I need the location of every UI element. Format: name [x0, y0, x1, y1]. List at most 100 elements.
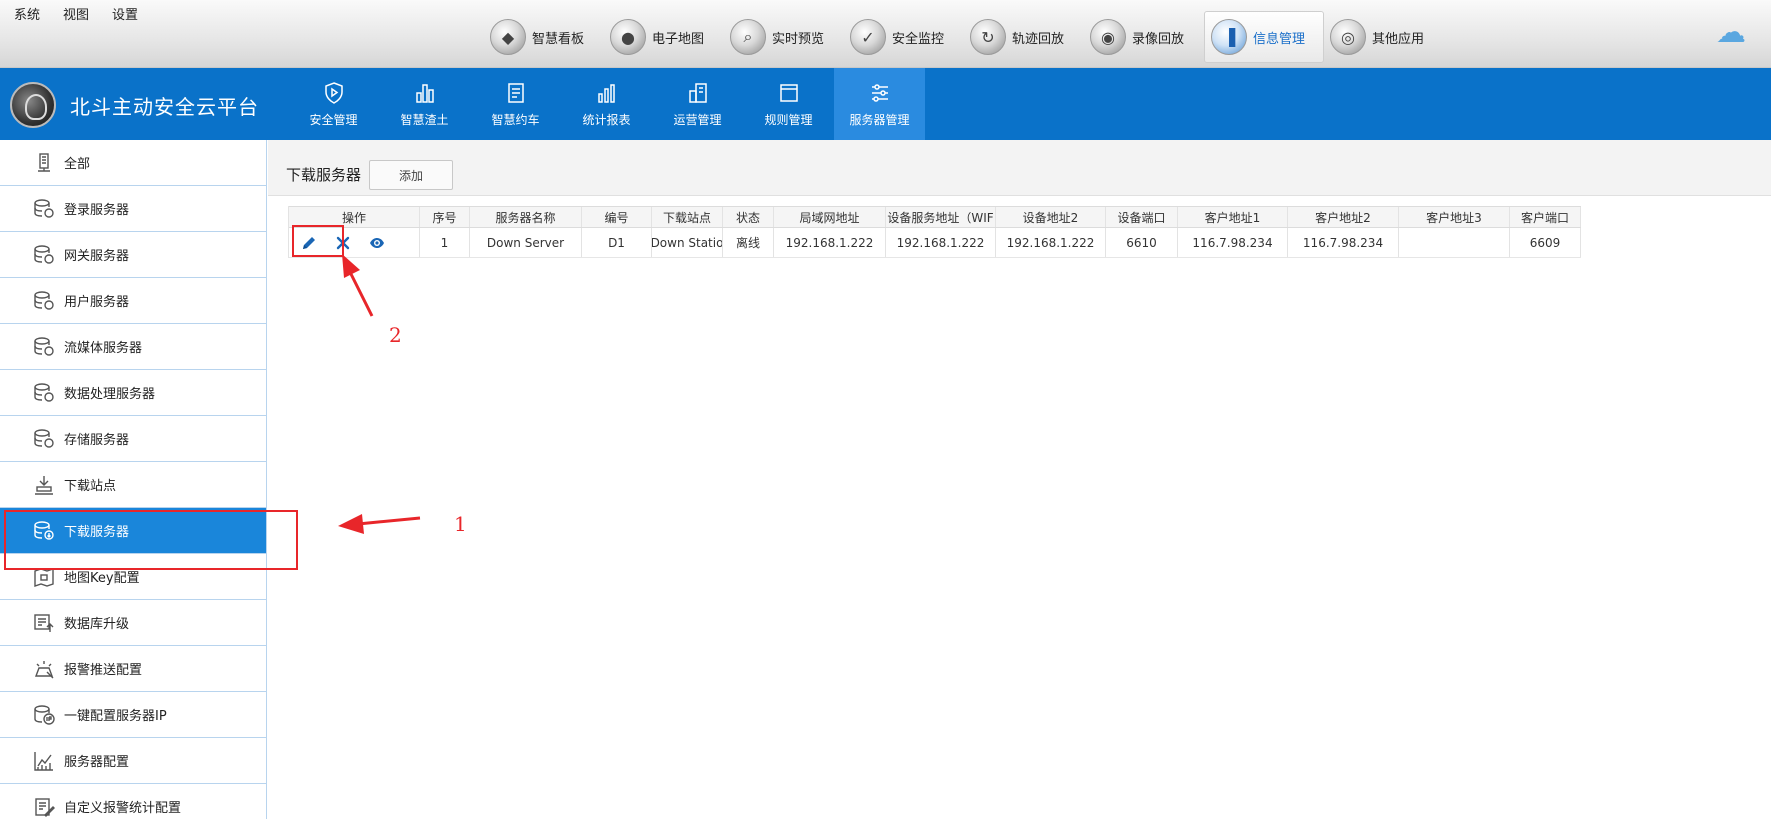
database-process-icon: [32, 381, 56, 405]
column-header[interactable]: 客户端口: [1510, 207, 1581, 227]
module-label: 安全监控: [892, 31, 945, 47]
nav-rule-management[interactable]: 规则管理: [743, 68, 834, 140]
table-cell-lan-address: 192.168.1.222: [774, 228, 886, 257]
magnifier-icon: ⌕: [730, 19, 766, 55]
table-cell-code[interactable]: D1: [582, 228, 652, 257]
database-login-icon: [32, 197, 56, 221]
module-track-playback[interactable]: ↻ 轨迹回放: [964, 11, 1084, 63]
nav-label: 服务器管理: [849, 112, 910, 127]
sidebar-item-user-server[interactable]: 用户服务器: [0, 278, 266, 324]
database-gateway-icon: [32, 243, 56, 267]
module-live-preview[interactable]: ⌕ 实时预览: [724, 11, 844, 63]
module-label: 电子地图: [652, 31, 705, 47]
module-map[interactable]: ● 电子地图: [604, 11, 724, 63]
sidebar-item-data-processing-server[interactable]: 数据处理服务器: [0, 370, 266, 416]
app-header: 北斗主动安全云平台 安全管理 智慧渣土 智慧约车 统计报表 运营管理 规则管理 …: [0, 68, 1771, 140]
table-cell-client-port: 6609: [1510, 228, 1581, 257]
database-upgrade-icon: [32, 611, 56, 635]
menu-settings[interactable]: 设置: [112, 4, 138, 23]
module-video-playback[interactable]: ◉ 录像回放: [1084, 11, 1204, 63]
sidebar-item-label: 一键配置服务器IP: [64, 709, 167, 724]
column-header[interactable]: 局域网地址: [774, 207, 886, 227]
main-nav: 安全管理 智慧渣土 智慧约车 统计报表 运营管理 规则管理 服务器管理: [288, 68, 925, 140]
sidebar-item-alarm-push-config[interactable]: 报警推送配置: [0, 646, 266, 692]
shield-play-icon: [324, 81, 343, 104]
module-other-apps[interactable]: ◎ 其他应用: [1324, 11, 1444, 63]
nav-smart-ride[interactable]: 智慧约车: [470, 68, 561, 140]
sidebar-item-label: 报警推送配置: [64, 663, 143, 678]
add-button[interactable]: 添加: [369, 160, 453, 190]
sidebar-item-label: 数据处理服务器: [64, 387, 156, 402]
top-toolbar: 系统 视图 设置 ◆ 智慧看板 ● 电子地图 ⌕ 实时预览 ✓ 安全监控 ↻ 轨…: [0, 0, 1771, 68]
sliders-icon: [871, 83, 888, 102]
table-cell-device-address-2: 192.168.1.222: [996, 228, 1106, 257]
table-cell-client-address-1: 116.7.98.234: [1178, 228, 1288, 257]
column-header[interactable]: 服务器名称: [470, 207, 582, 227]
table-row[interactable]: 1 Down Server D1 Down Statio 离线 192.168.…: [289, 228, 1581, 258]
menu-view[interactable]: 视图: [63, 4, 89, 23]
sidebar-item-label: 登录服务器: [64, 203, 130, 218]
column-header[interactable]: 状态: [723, 207, 774, 227]
nav-label: 规则管理: [764, 112, 813, 127]
nav-smart-muck[interactable]: 智慧渣土: [379, 68, 470, 140]
sidebar-item-database-upgrade[interactable]: 数据库升级: [0, 600, 266, 646]
module-security-monitor[interactable]: ✓ 安全监控: [844, 11, 964, 63]
column-header[interactable]: 设备端口: [1106, 207, 1178, 227]
table-cell-device-port: 6610: [1106, 228, 1178, 257]
column-header[interactable]: 客户地址2: [1288, 207, 1399, 227]
nav-operations[interactable]: 运营管理: [652, 68, 743, 140]
column-header[interactable]: 操作: [289, 207, 420, 227]
download-site-icon: [32, 473, 56, 497]
sidebar-item-storage-server[interactable]: 存储服务器: [0, 416, 266, 462]
table-cell-client-address-2: 116.7.98.234: [1288, 228, 1399, 257]
edit-document-icon: [32, 795, 56, 819]
sidebar: 全部 登录服务器 网关服务器 用户服务器 流媒体服务器 数据处理服务器 存储服务…: [0, 140, 267, 819]
nav-label: 安全管理: [309, 112, 358, 127]
sidebar-item-download-site[interactable]: 下载站点: [0, 462, 266, 508]
nav-label: 运营管理: [673, 112, 722, 127]
annotation-label-2: 2: [389, 323, 402, 347]
nav-statistics-report[interactable]: 统计报表: [561, 68, 652, 140]
cloud-icon: ☁: [1716, 15, 1746, 50]
bar-chart-icon: [415, 83, 434, 103]
sidebar-item-login-server[interactable]: 登录服务器: [0, 186, 266, 232]
sidebar-item-gateway-server[interactable]: 网关服务器: [0, 232, 266, 278]
sidebar-item-one-click-ip-config[interactable]: 一键配置服务器IP: [0, 692, 266, 738]
table-cell-status: 离线: [723, 228, 774, 257]
nav-label: 智慧约车: [491, 112, 540, 127]
nav-label: 智慧渣土: [400, 112, 449, 127]
module-dashboard[interactable]: ◆ 智慧看板: [484, 11, 604, 63]
column-header[interactable]: 序号: [420, 207, 470, 227]
sidebar-item-label: 自定义报警统计配置: [64, 801, 182, 816]
column-header[interactable]: 客户地址1: [1178, 207, 1288, 227]
sidebar-item-media-server[interactable]: 流媒体服务器: [0, 324, 266, 370]
server-table: 操作 序号 服务器名称 编号 下载站点 状态 局域网地址 设备服务地址（WIF …: [288, 206, 1581, 258]
module-label: 录像回放: [1132, 31, 1185, 47]
view-icon[interactable]: [365, 232, 389, 254]
column-header[interactable]: 客户地址3: [1399, 207, 1510, 227]
sidebar-item-custom-alarm-stats-config[interactable]: 自定义报警统计配置: [0, 784, 266, 819]
document-icon: [507, 82, 524, 103]
content-toolbar: 下载服务器 添加: [268, 140, 1771, 196]
sidebar-item-all[interactable]: 全部: [0, 140, 266, 186]
module-label: 其他应用: [1372, 31, 1425, 47]
module-info-management[interactable]: ▐ 信息管理: [1204, 11, 1324, 63]
table-cell-server-name[interactable]: Down Server: [470, 228, 582, 257]
column-header[interactable]: 设备地址2: [996, 207, 1106, 227]
sidebar-item-label: 网关服务器: [64, 249, 130, 264]
annotation-label-1: 1: [454, 512, 467, 536]
column-header[interactable]: 编号: [582, 207, 652, 227]
column-header[interactable]: 设备服务地址（WIF: [886, 207, 996, 227]
sidebar-item-server-config[interactable]: 服务器配置: [0, 738, 266, 784]
shield-check-icon: ✓: [850, 19, 886, 55]
nav-server-management[interactable]: 服务器管理: [834, 68, 925, 140]
column-header[interactable]: 下载站点: [652, 207, 723, 227]
highlight-box-edit: [292, 225, 344, 257]
menu-system[interactable]: 系统: [14, 4, 40, 23]
sidebar-item-label: 用户服务器: [64, 295, 130, 310]
database-storage-icon: [32, 427, 56, 451]
camera-icon: ◉: [1090, 19, 1126, 55]
database-ip-icon: [32, 703, 56, 727]
nav-safety-management[interactable]: 安全管理: [288, 68, 379, 140]
table-header: 操作 序号 服务器名称 编号 下载站点 状态 局域网地址 设备服务地址（WIF …: [289, 206, 1581, 228]
